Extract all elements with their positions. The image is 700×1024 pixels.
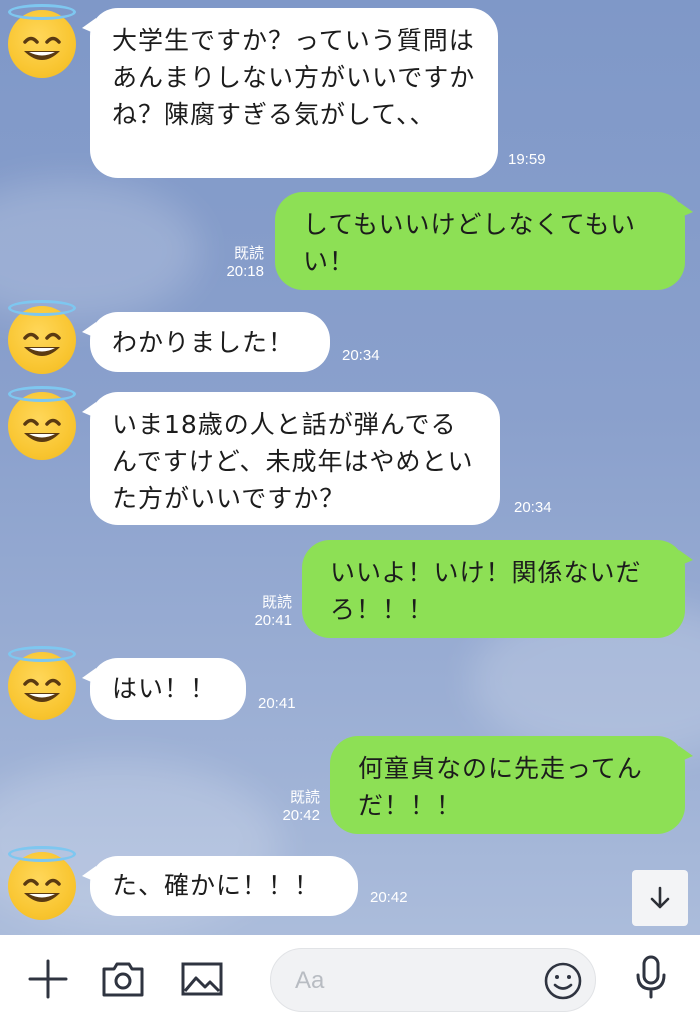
bubble-tail	[82, 322, 96, 338]
read-receipt: 既読	[289, 789, 320, 806]
message-text: た、確かに！！！	[112, 871, 321, 900]
microphone-icon[interactable]	[627, 953, 675, 1001]
message-text: 大学生ですか？っていう質問はあんまりしない方がいいですかね？陳腐すぎる気がして、…	[112, 26, 476, 129]
contact-avatar[interactable]	[8, 386, 76, 460]
message-text: いま18歳の人と話が弾んでるんですけど、未成年はやめといた方がいいですか？	[112, 410, 474, 513]
plus-icon[interactable]	[24, 955, 72, 1003]
message-time: 20:18	[226, 263, 264, 280]
message-input-placeholder: Aa	[295, 967, 325, 994]
message-time: 19:59	[508, 151, 546, 168]
bubble-tail	[82, 18, 96, 34]
message-text: いいよ！いけ！関係ないだろ！！！	[330, 558, 642, 624]
message-text: わかりました！	[112, 328, 295, 357]
bubble-tail	[679, 746, 693, 762]
smiling-face-icon	[23, 418, 61, 442]
scroll-to-bottom-button[interactable]	[632, 870, 688, 926]
message-time: 20:34	[342, 347, 380, 364]
read-receipt: 既読	[233, 245, 264, 262]
contact-avatar[interactable]	[8, 846, 76, 920]
message-text: 何童貞なのに先走ってんだ！！！	[358, 754, 643, 820]
smiling-face-icon	[23, 878, 61, 902]
chat-area[interactable]: 大学生ですか？っていう質問はあんまりしない方がいいですかね？陳腐すぎる気がして、…	[0, 0, 700, 935]
camera-icon[interactable]	[99, 955, 147, 1003]
contact-avatar[interactable]	[8, 646, 76, 720]
message-time: 20:42	[282, 807, 320, 824]
message-text: はい！！	[112, 674, 217, 703]
message-time: 20:42	[370, 889, 408, 906]
message-bubble-outgoing[interactable]: いいよ！いけ！関係ないだろ！！！	[302, 540, 693, 638]
message-bubble-incoming[interactable]: いま18歳の人と話が弾んでるんですけど、未成年はやめといた方がいいですか？	[82, 392, 500, 525]
message-input[interactable]: Aa	[270, 948, 596, 1012]
bubble-tail	[82, 402, 96, 418]
smiling-face-icon	[23, 678, 61, 702]
read-receipt: 既読	[261, 594, 292, 611]
bubble-tail	[679, 202, 693, 218]
contact-avatar[interactable]	[8, 300, 76, 374]
bubble-tail	[82, 866, 96, 882]
smiling-face-icon	[23, 332, 61, 356]
message-bubble-outgoing[interactable]: 何童貞なのに先走ってんだ！！！	[330, 736, 693, 834]
bubble-tail	[82, 668, 96, 684]
contact-avatar[interactable]	[8, 4, 76, 78]
message-time: 20:34	[514, 499, 552, 516]
image-icon[interactable]	[178, 955, 226, 1003]
smiling-face-icon	[23, 36, 61, 60]
message-bubble-incoming[interactable]: た、確かに！！！	[82, 856, 358, 916]
message-time: 20:41	[254, 612, 292, 629]
message-bubble-incoming[interactable]: わかりました！	[82, 312, 330, 372]
bubble-tail	[679, 550, 693, 566]
message-time: 20:41	[258, 695, 296, 712]
message-bubble-incoming[interactable]: 大学生ですか？っていう質問はあんまりしない方がいいですかね？陳腐すぎる気がして、…	[82, 8, 498, 178]
message-bubble-outgoing[interactable]: してもいいけどしなくてもいい！	[275, 192, 693, 290]
smiley-icon[interactable]	[543, 961, 583, 1001]
message-text: してもいいけどしなくてもいい！	[303, 210, 637, 276]
arrow-down-icon	[650, 886, 670, 909]
message-bubble-incoming[interactable]: はい！！	[82, 658, 246, 720]
